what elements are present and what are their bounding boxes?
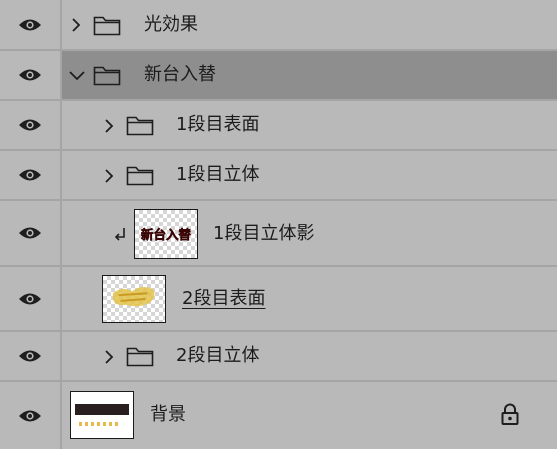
svg-text:新台入替: 新台入替 (141, 227, 191, 242)
visibility-toggle[interactable] (0, 0, 62, 49)
layer-name: 1段目立体 (176, 164, 260, 185)
background-thumbnail-bar (75, 404, 129, 415)
layers-panel: 光効果 新台入替 1段目表面 1段目立体 新台入替 1段目立体影 2段目表面 2… (0, 0, 557, 449)
chevron-right-icon[interactable] (102, 349, 116, 365)
eye-icon (19, 350, 41, 362)
visibility-toggle[interactable] (0, 101, 62, 149)
eye-icon (19, 19, 41, 30)
eye-icon (19, 169, 41, 181)
layer-row-new-machine[interactable]: 新台入替 (0, 51, 557, 101)
visibility-toggle[interactable] (0, 51, 62, 99)
eye-icon (19, 293, 41, 304)
layer-name: 光効果 (144, 14, 198, 35)
visibility-toggle[interactable] (0, 382, 62, 449)
eye-icon (19, 119, 41, 131)
chevron-down-icon[interactable] (68, 68, 86, 84)
eye-icon (19, 69, 41, 81)
layer-row-tier1-3d[interactable]: 1段目立体 (0, 151, 557, 201)
background-thumbnail-dots (79, 422, 119, 426)
folder-icon (126, 347, 154, 367)
lock-icon[interactable] (500, 403, 520, 425)
layer-name: 1段目立体影 (213, 223, 315, 244)
layer-row-light-effect[interactable]: 光効果 (0, 0, 557, 51)
layer-name: 背景 (150, 404, 186, 425)
chevron-right-icon[interactable] (102, 168, 116, 184)
folder-icon (93, 66, 121, 86)
layer-row-tier1-surface[interactable]: 1段目表面 (0, 101, 557, 151)
chevron-right-icon[interactable] (102, 118, 116, 134)
layer-thumbnail[interactable]: 新台入替 (134, 209, 198, 259)
layer-thumbnail[interactable] (102, 275, 166, 323)
clipping-mask-arrow-icon (114, 228, 125, 241)
layer-thumbnail[interactable] (70, 391, 134, 439)
visibility-toggle[interactable] (0, 151, 62, 199)
shadow-text-thumbnail-art: 新台入替 (141, 227, 192, 243)
folder-icon (93, 16, 121, 36)
eye-icon (19, 410, 41, 421)
chevron-right-icon[interactable] (69, 17, 83, 33)
layer-name: 2段目表面 (182, 288, 266, 309)
layer-row-tier2-3d[interactable]: 2段目立体 (0, 332, 557, 382)
layer-name: 新台入替 (144, 64, 216, 85)
visibility-toggle[interactable] (0, 332, 62, 380)
layer-row-tier1-3d-shadow[interactable]: 新台入替 1段目立体影 (0, 201, 557, 267)
layer-name: 2段目立体 (176, 345, 260, 366)
layer-row-background[interactable]: 背景 (0, 382, 557, 449)
layer-row-tier2-surface[interactable]: 2段目表面 (0, 267, 557, 332)
eye-icon (19, 227, 41, 239)
visibility-toggle[interactable] (0, 267, 62, 330)
folder-icon (126, 116, 154, 136)
folder-icon (126, 166, 154, 186)
visibility-toggle[interactable] (0, 201, 62, 265)
gold-text-thumbnail-art (112, 286, 155, 307)
layer-name: 1段目表面 (176, 114, 260, 135)
